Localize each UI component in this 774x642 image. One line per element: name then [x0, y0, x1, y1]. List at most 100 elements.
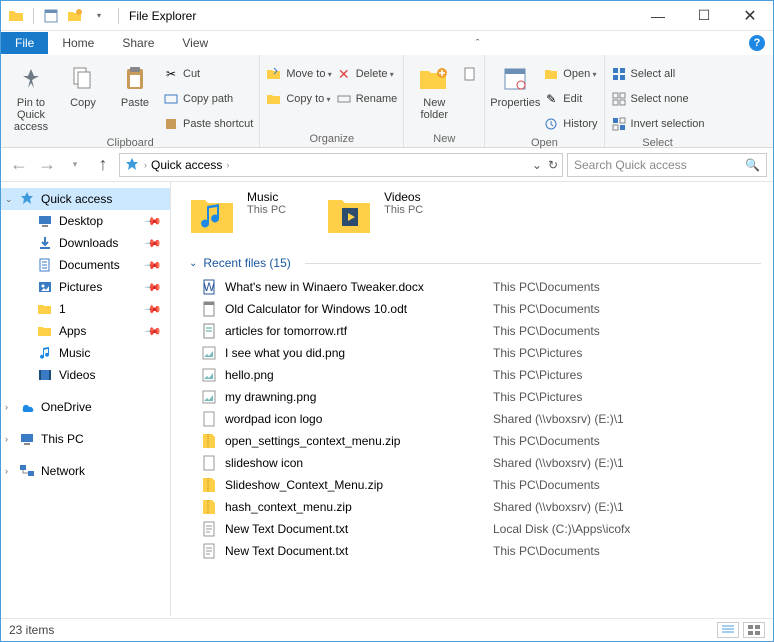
edit-button[interactable]: ✎Edit: [543, 88, 597, 110]
collapse-ribbon-icon[interactable]: ˆ: [476, 36, 488, 50]
tree-item[interactable]: Music: [1, 342, 170, 364]
selectall-button[interactable]: Select all: [611, 63, 705, 85]
file-icon: [201, 411, 217, 427]
file-path: This PC\Pictures: [493, 346, 582, 360]
tree-thispc[interactable]: ›This PC: [1, 428, 170, 450]
nav-up-button[interactable]: ↑: [91, 153, 115, 177]
file-row[interactable]: New Text Document.txtLocal Disk (C:)\App…: [189, 518, 761, 540]
tree-network[interactable]: ›Network: [1, 460, 170, 482]
nav-back-button[interactable]: ←: [7, 153, 31, 177]
tree-quick-access[interactable]: ⌄ Quick access: [1, 188, 170, 210]
tree-item[interactable]: Videos: [1, 364, 170, 386]
folder-tile[interactable]: MusicThis PC: [189, 190, 286, 238]
file-name: wordpad icon logo: [225, 412, 485, 426]
qat-properties-icon[interactable]: [40, 5, 62, 27]
file-row[interactable]: slideshow iconShared (\\vboxsrv) (E:)\1: [189, 452, 761, 474]
maximize-button[interactable]: ☐: [681, 1, 727, 31]
address-bar[interactable]: › Quick access › ⌄ ↻: [119, 153, 563, 177]
file-row[interactable]: open_settings_context_menu.zipThis PC\Do…: [189, 430, 761, 452]
rename-button[interactable]: Rename: [336, 88, 398, 110]
paste-button[interactable]: Paste: [111, 59, 159, 109]
properties-button[interactable]: Properties: [491, 59, 539, 109]
status-bar: 23 items: [1, 618, 773, 641]
tree-item[interactable]: Downloads📌: [1, 232, 170, 254]
ribbon-group-open: Open: [491, 135, 597, 151]
tree-item[interactable]: Documents📌: [1, 254, 170, 276]
history-button[interactable]: History: [543, 113, 597, 135]
file-row[interactable]: Old Calculator for Windows 10.odtThis PC…: [189, 298, 761, 320]
file-row[interactable]: WWhat's new in Winaero Tweaker.docxThis …: [189, 276, 761, 298]
selectnone-button[interactable]: Select none: [611, 88, 705, 110]
tree-item[interactable]: Desktop📌: [1, 210, 170, 232]
search-box[interactable]: Search Quick access 🔍: [567, 153, 767, 177]
file-icon: [201, 389, 217, 405]
tab-share[interactable]: Share: [108, 32, 168, 54]
tree-item-label: Videos: [59, 368, 95, 382]
window-title: File Explorer: [129, 9, 196, 23]
recent-files-header[interactable]: ⌄ Recent files (15): [189, 256, 761, 270]
open-button[interactable]: Open: [543, 63, 597, 85]
folder-icon: [326, 190, 374, 238]
file-name: New Text Document.txt: [225, 544, 485, 558]
copy-button[interactable]: Copy: [59, 59, 107, 109]
expand-icon[interactable]: ›: [5, 466, 8, 476]
ribbon-group-clipboard: Clipboard: [7, 135, 253, 151]
file-icon: [201, 477, 217, 493]
pasteshortcut-button[interactable]: Paste shortcut: [163, 113, 253, 135]
breadcrumb-root[interactable]: Quick access: [151, 158, 222, 172]
expand-icon[interactable]: ›: [5, 402, 8, 412]
tree-onedrive[interactable]: ›OneDrive: [1, 396, 170, 418]
tree-item[interactable]: Pictures 📌: [1, 276, 170, 298]
collapse-icon[interactable]: ⌄: [189, 258, 197, 269]
view-thumbnails-button[interactable]: [743, 622, 765, 638]
nav-forward-button[interactable]: →: [35, 153, 59, 177]
file-path: This PC\Pictures: [493, 368, 582, 382]
copypath-button[interactable]: Copy path: [163, 88, 253, 110]
expand-icon[interactable]: ⌄: [5, 194, 13, 205]
navbar: ← → ▾ ↑ › Quick access › ⌄ ↻ Search Quic…: [1, 148, 773, 182]
file-row[interactable]: I see what you did.pngThis PC\Pictures: [189, 342, 761, 364]
file-row[interactable]: Slideshow_Context_Menu.zip This PC\Docume…: [189, 474, 761, 496]
moveto-button[interactable]: Move to: [266, 63, 331, 85]
close-button[interactable]: ✕: [727, 1, 773, 31]
chevron-icon[interactable]: ›: [226, 160, 229, 170]
qat-dropdown-icon[interactable]: ▾: [88, 5, 110, 27]
tab-view[interactable]: View: [168, 32, 222, 54]
file-row[interactable]: articles for tomorrow.rtfThis PC\Documen…: [189, 320, 761, 342]
file-path: This PC\Documents: [493, 478, 600, 492]
file-row[interactable]: hello.pngThis PC\Pictures: [189, 364, 761, 386]
delete-button[interactable]: ✕Delete: [336, 63, 398, 85]
file-name: open_settings_context_menu.zip: [225, 434, 485, 448]
ribbon-group-organize: Organize: [266, 131, 397, 147]
newfolder-button[interactable]: New folder: [410, 59, 458, 121]
file-row[interactable]: hash_context_menu.zipShared (\\vboxsrv) …: [189, 496, 761, 518]
tree-item-label: Music: [59, 346, 90, 360]
invertselection-button[interactable]: Invert selection: [611, 113, 705, 135]
expand-icon[interactable]: ›: [5, 434, 8, 444]
tree-item[interactable]: 1📌: [1, 298, 170, 320]
file-name: Slideshow_Context_Menu.zip: [225, 478, 485, 492]
file-row[interactable]: New Text Document.txtThis PC\Documents: [189, 540, 761, 562]
content-pane: MusicThis PC VideosThis PC ⌄ Recent files…: [171, 182, 773, 616]
file-row[interactable]: my drawning.pngThis PC\Pictures: [189, 386, 761, 408]
refresh-icon[interactable]: ↻: [548, 158, 558, 172]
tab-home[interactable]: Home: [48, 32, 108, 54]
address-dropdown-icon[interactable]: ⌄: [532, 158, 542, 172]
file-row[interactable]: wordpad icon logoShared (\\vboxsrv) (E:)…: [189, 408, 761, 430]
copyto-button[interactable]: Copy to: [266, 88, 331, 110]
qat-newfolder-icon[interactable]: [64, 5, 86, 27]
pin-icon: 📌: [144, 278, 163, 297]
pin-icon: 📌: [144, 212, 163, 231]
cut-button[interactable]: ✂Cut: [163, 63, 253, 85]
newitem-button[interactable]: [462, 63, 478, 85]
tab-file[interactable]: File: [1, 32, 48, 54]
folder-tile[interactable]: VideosThis PC: [326, 190, 423, 238]
view-details-button[interactable]: [717, 622, 739, 638]
help-icon[interactable]: ?: [749, 35, 765, 51]
tree-item-label: Pictures: [59, 280, 102, 294]
tree-item[interactable]: Apps📌: [1, 320, 170, 342]
pin-quick-access-button[interactable]: Pin to Quick access: [7, 59, 55, 133]
nav-recent-button[interactable]: ▾: [63, 153, 87, 177]
minimize-button[interactable]: —: [635, 1, 681, 31]
chevron-icon[interactable]: ›: [144, 160, 147, 170]
